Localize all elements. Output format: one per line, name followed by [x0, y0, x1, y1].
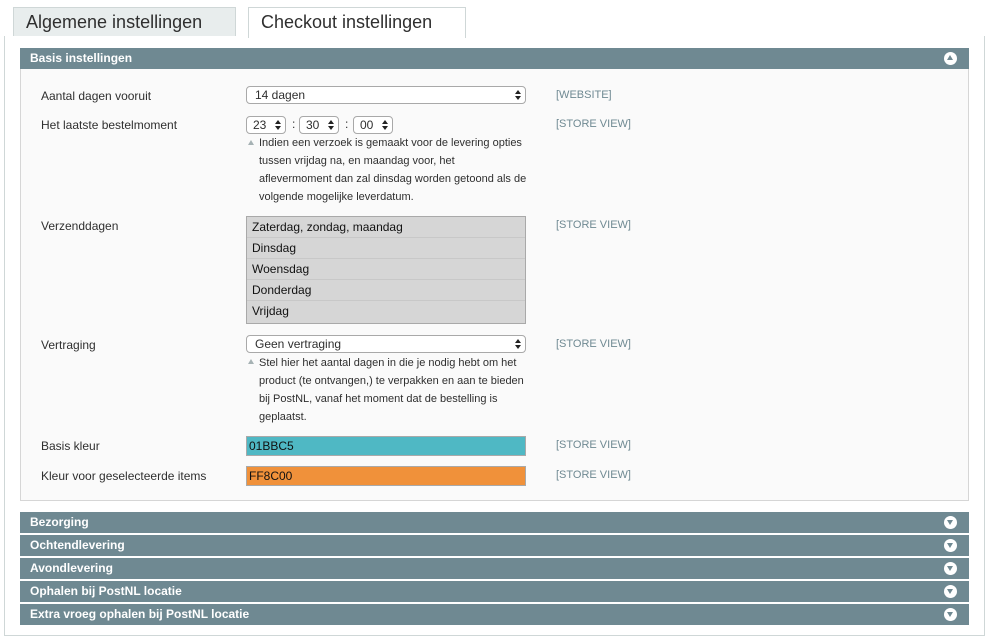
- shipping-days-label: Verzenddagen: [41, 219, 119, 233]
- shipping-day-option[interactable]: Woensdag: [247, 259, 525, 280]
- section-title: Extra vroeg ophalen bij PostNL locatie: [30, 607, 250, 621]
- expand-icon[interactable]: [944, 608, 957, 621]
- section-title: Bezorging: [30, 515, 89, 529]
- section-header-avondlevering[interactable]: Avondlevering: [20, 558, 969, 579]
- section-title: Ochtendlevering: [30, 538, 125, 552]
- section-title: Avondlevering: [30, 561, 113, 575]
- expand-icon[interactable]: [944, 585, 957, 598]
- section-header-extra-vroeg[interactable]: Extra vroeg ophalen bij PostNL locatie: [20, 604, 969, 625]
- note-line: product (te ontvangen,) te verpakken en …: [259, 375, 524, 387]
- select-arrows-icon: [515, 89, 521, 101]
- tab-general-settings[interactable]: Algemene instellingen: [13, 7, 236, 36]
- time-separator: :: [345, 117, 349, 131]
- selected-color-label: Kleur voor geselecteerde items: [41, 469, 207, 483]
- selected-color-input[interactable]: FF8C00: [246, 466, 526, 486]
- delay-value: Geen vertraging: [255, 337, 342, 351]
- note-line: tussen vrijdag na, en maandag voor, het: [259, 155, 455, 167]
- section-title: Ophalen bij PostNL locatie: [30, 584, 182, 598]
- note-arrow-icon: [248, 140, 254, 145]
- base-color-label: Basis kleur: [41, 439, 100, 453]
- cutoff-hour-value: 23: [253, 118, 267, 132]
- cutoff-minute-value: 30: [306, 118, 320, 132]
- expand-icon[interactable]: [944, 562, 957, 575]
- delay-note: Stel hier het aantal dagen in die je nod…: [259, 354, 534, 426]
- days-ahead-select[interactable]: 14 dagen: [246, 86, 526, 104]
- select-arrows-icon: [515, 338, 521, 350]
- select-arrows-icon: [275, 119, 281, 131]
- shipping-day-option[interactable]: Vrijdag: [247, 301, 525, 322]
- note-line: geplaatst.: [259, 411, 307, 423]
- days-ahead-label: Aantal dagen vooruit: [41, 89, 152, 103]
- select-arrows-icon: [382, 119, 388, 131]
- note-line: aflevermoment dan zal dinsdag worden get…: [259, 173, 527, 185]
- scope-label: [STORE VIEW]: [556, 219, 631, 231]
- cutoff-minute-select[interactable]: 30: [299, 116, 339, 134]
- shipping-day-option[interactable]: Donderdag: [247, 280, 525, 301]
- scope-label: [STORE VIEW]: [556, 469, 631, 481]
- delay-label: Vertraging: [41, 338, 96, 352]
- expand-icon[interactable]: [944, 539, 957, 552]
- time-separator: :: [292, 117, 296, 131]
- cutoff-second-select[interactable]: 00: [353, 116, 393, 134]
- cutoff-label: Het laatste bestelmoment: [41, 118, 178, 132]
- days-ahead-value: 14 dagen: [255, 88, 306, 102]
- note-line: Stel hier het aantal dagen in die je nod…: [259, 357, 517, 369]
- note-line: Indien een verzoek is gemaakt voor de le…: [259, 137, 522, 149]
- scope-label: [WEBSITE]: [556, 89, 612, 101]
- tab-checkout-settings[interactable]: Checkout instellingen: [248, 7, 466, 38]
- scope-label: [STORE VIEW]: [556, 439, 631, 451]
- cutoff-note: Indien een verzoek is gemaakt voor de le…: [259, 134, 534, 206]
- shipping-days-multiselect[interactable]: Zaterdag, zondag, maandag Dinsdag Woensd…: [246, 216, 526, 324]
- cutoff-second-value: 00: [360, 118, 374, 132]
- expand-icon[interactable]: [944, 516, 957, 529]
- collapse-icon[interactable]: [944, 52, 957, 65]
- shipping-day-option[interactable]: Dinsdag: [247, 238, 525, 259]
- select-arrows-icon: [328, 119, 334, 131]
- section-header-ophalen[interactable]: Ophalen bij PostNL locatie: [20, 581, 969, 602]
- scope-label: [STORE VIEW]: [556, 338, 631, 350]
- section-header-bezorging[interactable]: Bezorging: [20, 512, 969, 533]
- cutoff-hour-select[interactable]: 23: [246, 116, 286, 134]
- note-arrow-icon: [248, 359, 254, 364]
- delay-select[interactable]: Geen vertraging: [246, 335, 526, 353]
- base-color-input[interactable]: 01BBC5: [246, 436, 526, 456]
- section-header-ochtendlevering[interactable]: Ochtendlevering: [20, 535, 969, 556]
- section-title: Basis instellingen: [30, 51, 133, 65]
- note-line: bij PostNL, vanaf het moment dat de best…: [259, 393, 498, 405]
- scope-label: [STORE VIEW]: [556, 118, 631, 130]
- note-line: volgende mogelijke leverdatum.: [259, 191, 414, 203]
- section-header-basis[interactable]: Basis instellingen: [20, 48, 969, 69]
- shipping-day-option[interactable]: Zaterdag, zondag, maandag: [247, 217, 525, 238]
